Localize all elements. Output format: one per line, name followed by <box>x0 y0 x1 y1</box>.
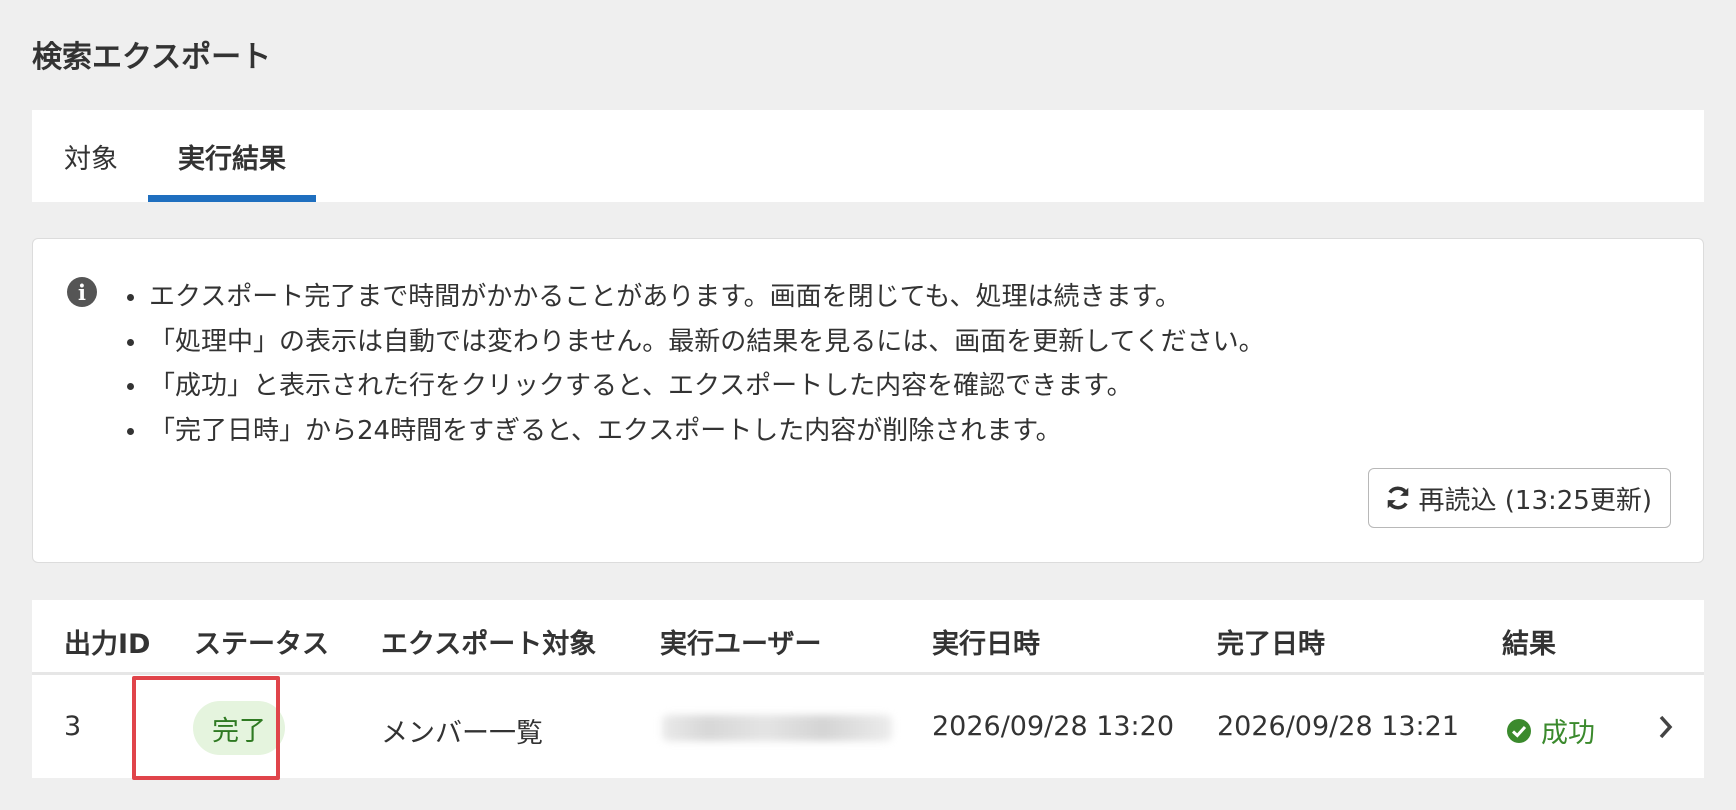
cell-result: 成功 <box>1506 711 1595 750</box>
column-header-executed-at: 実行日時 <box>932 629 1040 660</box>
cell-export-target: メンバー一覧 <box>381 718 543 749</box>
column-header-result: 結果 <box>1502 629 1556 660</box>
notice-item: 「処理中」の表示は自動では変わりません。最新の結果を見るには、画面を更新してくだ… <box>127 320 1265 365</box>
column-header-export-target: エクスポート対象 <box>381 629 597 660</box>
notice-list: エクスポート完了まで時間がかかることがあります。画面を閉じても、処理は続きます。… <box>127 275 1265 454</box>
column-header-user: 実行ユーザー <box>660 629 822 660</box>
notice-item: 「完了日時」から24時間をすぎると、エクスポートした内容が削除されます。 <box>127 409 1265 454</box>
tab-results[interactable]: 実行結果 <box>148 110 316 202</box>
notice-panel: i エクスポート完了まで時間がかかることがあります。画面を閉じても、処理は続きま… <box>32 238 1704 563</box>
check-circle-icon <box>1507 718 1531 743</box>
column-header-status: ステータス <box>194 629 329 660</box>
page-title: 検索エクスポート <box>32 40 272 75</box>
notice-item: 「成功」と表示された行をクリックすると、エクスポートした内容を確認できます。 <box>127 364 1265 409</box>
result-label: 成功 <box>1541 718 1595 749</box>
chevron-right-icon[interactable] <box>1658 714 1674 740</box>
refresh-icon <box>1387 486 1408 510</box>
tab-bar: 対象 実行結果 <box>32 110 1704 202</box>
table-header: 出力ID ステータス エクスポート対象 実行ユーザー 実行日時 完了日時 結果 <box>32 600 1704 675</box>
cell-user-redacted <box>662 715 892 741</box>
cell-completed-at: 2026/09/28 13:21 <box>1217 711 1460 742</box>
cell-executed-at: 2026/09/28 13:20 <box>932 711 1175 742</box>
status-highlight-box <box>132 676 280 780</box>
reload-button[interactable]: 再読込 (13:25更新) <box>1367 468 1671 528</box>
column-header-output-id: 出力ID <box>64 629 151 660</box>
cell-output-id: 3 <box>64 711 82 742</box>
notice-item: エクスポート完了まで時間がかかることがあります。画面を閉じても、処理は続きます。 <box>127 275 1265 320</box>
table-row[interactable]: 3 完了 メンバー一覧 2026/09/28 13:20 2026/09/28 … <box>32 678 1704 778</box>
column-header-completed-at: 完了日時 <box>1217 629 1325 660</box>
reload-button-label: 再読込 (13:25更新) <box>1418 485 1652 516</box>
results-table: 出力ID ステータス エクスポート対象 実行ユーザー 実行日時 完了日時 結果 … <box>32 600 1704 778</box>
tab-target[interactable]: 対象 <box>32 110 148 202</box>
info-icon: i <box>67 277 97 307</box>
